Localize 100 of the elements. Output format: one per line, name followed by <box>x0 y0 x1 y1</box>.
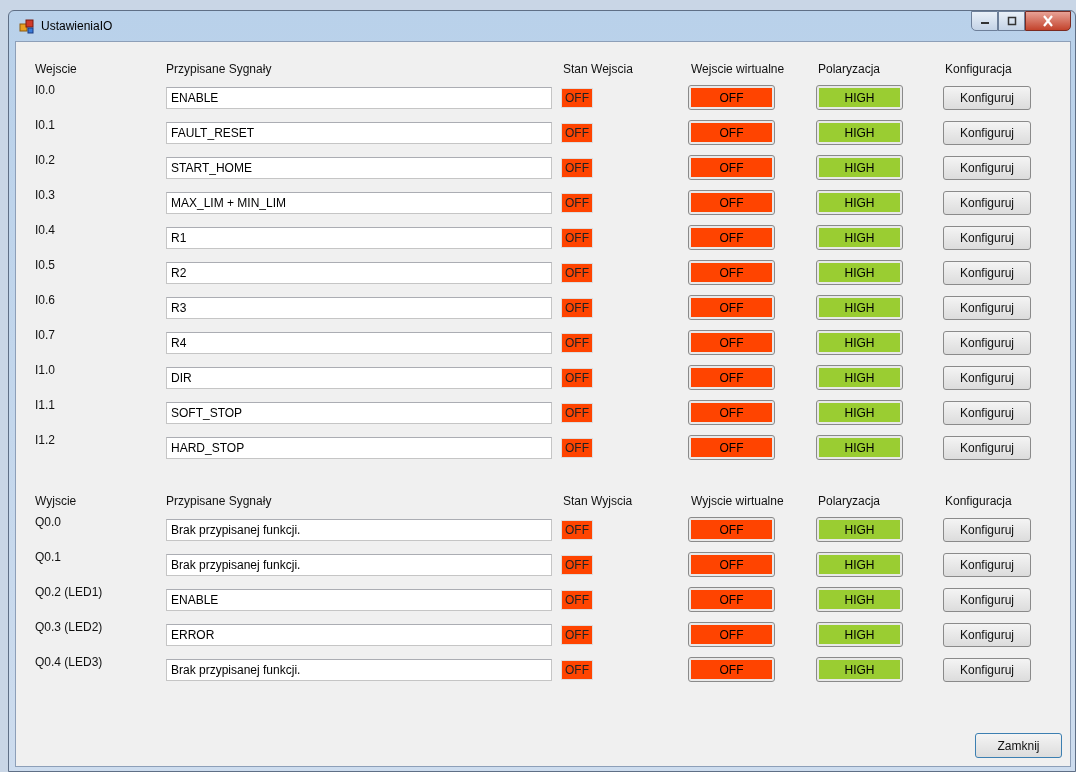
signal-field[interactable]: Brak przypisanej funkcji. <box>166 553 552 576</box>
signal-field[interactable]: MAX_LIM + MIN_LIM <box>166 191 552 214</box>
signal-field[interactable]: ENABLE <box>166 588 552 611</box>
column-header: Konfiguracja <box>944 494 1013 508</box>
maximize-icon <box>1005 16 1018 26</box>
channel-label: I0.2 <box>35 152 56 167</box>
column-header: Polaryzacja <box>817 494 882 508</box>
configure-button[interactable]: Konfiguruj <box>943 225 1031 250</box>
virtual-toggle[interactable]: OFF <box>688 622 775 647</box>
minimize-button[interactable] <box>971 11 998 31</box>
channel-label: I0.1 <box>35 117 56 132</box>
configure-button[interactable]: Konfiguruj <box>943 517 1031 542</box>
signal-field[interactable]: FAULT_RESET <box>166 121 552 144</box>
signal-field[interactable]: HARD_STOP <box>166 436 552 459</box>
virtual-toggle[interactable]: OFF <box>688 552 775 577</box>
signal-field[interactable]: ENABLE <box>166 86 552 109</box>
polarity-toggle[interactable]: HIGH <box>816 260 903 285</box>
virtual-toggle[interactable]: OFF <box>688 400 775 425</box>
channel-label: I1.1 <box>35 397 56 412</box>
state-indicator: OFF <box>561 554 593 575</box>
close-button[interactable] <box>1025 11 1071 31</box>
virtual-toggle[interactable]: OFF <box>688 435 775 460</box>
polarity-toggle[interactable]: HIGH <box>816 190 903 215</box>
virtual-toggle[interactable]: OFF <box>688 587 775 612</box>
virtual-toggle[interactable]: OFF <box>688 120 775 145</box>
polarity-toggle[interactable]: HIGH <box>816 330 903 355</box>
virtual-toggle[interactable]: OFF <box>688 295 775 320</box>
polarity-toggle[interactable]: HIGH <box>816 657 903 682</box>
signal-field[interactable]: DIR <box>166 366 552 389</box>
polarity-toggle[interactable]: HIGH <box>816 435 903 460</box>
state-indicator: OFF <box>561 624 593 645</box>
state-indicator: OFF <box>561 122 593 143</box>
virtual-toggle[interactable]: OFF <box>688 155 775 180</box>
configure-button[interactable]: Konfiguruj <box>943 295 1031 320</box>
close-dialog-button[interactable]: Zamknij <box>975 733 1062 758</box>
signal-field[interactable]: Brak przypisanej funkcji. <box>166 518 552 541</box>
virtual-toggle[interactable]: OFF <box>688 225 775 250</box>
configure-button[interactable]: Konfiguruj <box>943 190 1031 215</box>
signal-field[interactable]: START_HOME <box>166 156 552 179</box>
channel-label: Q0.1 <box>35 549 62 564</box>
channel-label: I0.4 <box>35 222 56 237</box>
virtual-toggle[interactable]: OFF <box>688 365 775 390</box>
state-indicator: OFF <box>561 589 593 610</box>
channel-label: I1.2 <box>35 432 56 447</box>
virtual-toggle[interactable]: OFF <box>688 260 775 285</box>
configure-button[interactable]: Konfiguruj <box>943 260 1031 285</box>
signal-field[interactable]: SOFT_STOP <box>166 401 552 424</box>
signal-field[interactable]: ERROR <box>166 623 552 646</box>
configure-button[interactable]: Konfiguruj <box>943 85 1031 110</box>
virtual-toggle[interactable]: OFF <box>688 517 775 542</box>
signal-field[interactable]: Brak przypisanej funkcji. <box>166 658 552 681</box>
configure-button[interactable]: Konfiguruj <box>943 400 1031 425</box>
polarity-toggle[interactable]: HIGH <box>816 85 903 110</box>
virtual-toggle[interactable]: OFF <box>688 330 775 355</box>
virtual-toggle[interactable]: OFF <box>688 85 775 110</box>
configure-button[interactable]: Konfiguruj <box>943 330 1031 355</box>
state-indicator: OFF <box>561 659 593 680</box>
window-title: UstawieniaIO <box>41 19 113 33</box>
state-indicator: OFF <box>561 87 593 108</box>
configure-button[interactable]: Konfiguruj <box>943 155 1031 180</box>
signal-field[interactable]: R4 <box>166 331 552 354</box>
channel-label: I1.0 <box>35 362 56 377</box>
maximize-button[interactable] <box>998 11 1025 31</box>
state-indicator: OFF <box>561 192 593 213</box>
column-header: Wejscie wirtualne <box>690 62 786 76</box>
configure-button[interactable]: Konfiguruj <box>943 120 1031 145</box>
polarity-toggle[interactable]: HIGH <box>816 622 903 647</box>
channel-label: Q0.2 (LED1) <box>35 584 104 599</box>
polarity-toggle[interactable]: HIGH <box>816 587 903 612</box>
polarity-toggle[interactable]: HIGH <box>816 552 903 577</box>
column-header: Wyjscie <box>35 494 78 508</box>
signal-field[interactable]: R2 <box>166 261 552 284</box>
configure-button[interactable]: Konfiguruj <box>943 622 1031 647</box>
configure-button[interactable]: Konfiguruj <box>943 587 1031 612</box>
state-indicator: OFF <box>561 157 593 178</box>
polarity-toggle[interactable]: HIGH <box>816 295 903 320</box>
polarity-toggle[interactable]: HIGH <box>816 155 903 180</box>
configure-button[interactable]: Konfiguruj <box>943 657 1031 682</box>
polarity-toggle[interactable]: HIGH <box>816 517 903 542</box>
virtual-toggle[interactable]: OFF <box>688 190 775 215</box>
column-header: Wejscie <box>35 62 78 76</box>
channel-label: I0.6 <box>35 292 56 307</box>
polarity-toggle[interactable]: HIGH <box>816 400 903 425</box>
app-icon <box>19 18 35 34</box>
polarity-toggle[interactable]: HIGH <box>816 120 903 145</box>
polarity-toggle[interactable]: HIGH <box>816 365 903 390</box>
signal-field[interactable]: R1 <box>166 226 552 249</box>
polarity-toggle[interactable]: HIGH <box>816 225 903 250</box>
channel-label: Q0.3 (LED2) <box>35 619 104 634</box>
channel-label: I0.3 <box>35 187 56 202</box>
state-indicator: OFF <box>561 437 593 458</box>
virtual-toggle[interactable]: OFF <box>688 657 775 682</box>
configure-button[interactable]: Konfiguruj <box>943 552 1031 577</box>
state-indicator: OFF <box>561 227 593 248</box>
signal-field[interactable]: R3 <box>166 296 552 319</box>
state-indicator: OFF <box>561 262 593 283</box>
configure-button[interactable]: Konfiguruj <box>943 365 1031 390</box>
state-indicator: OFF <box>561 332 593 353</box>
column-header: Stan Wyjscia <box>562 494 634 508</box>
configure-button[interactable]: Konfiguruj <box>943 435 1031 460</box>
